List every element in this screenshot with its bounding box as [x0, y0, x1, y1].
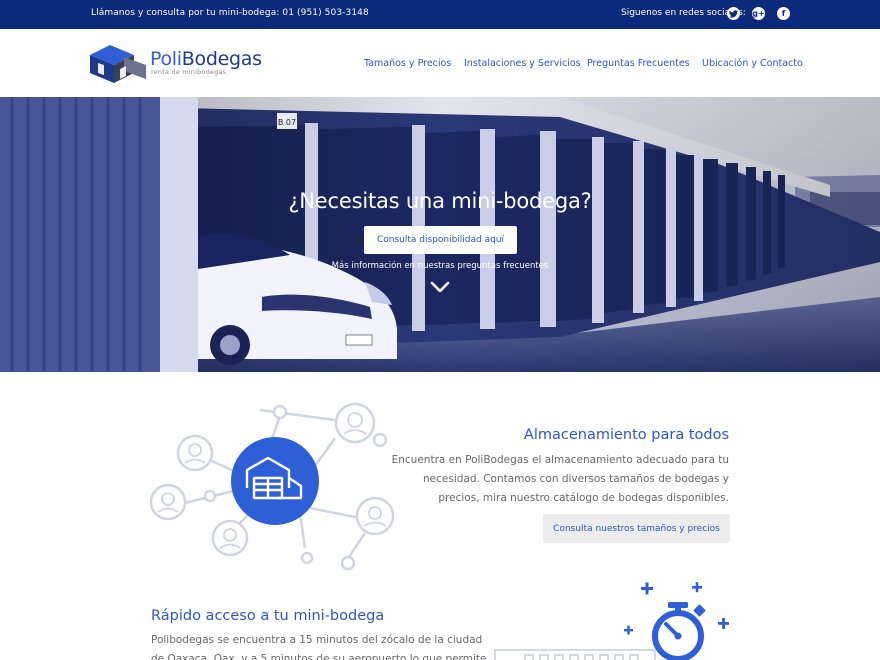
community-network-illustration — [150, 402, 395, 571]
phone-contact-text: Llámanos y consulta por tu mini-bodega: … — [91, 8, 369, 18]
nav-instalaciones-servicios[interactable]: Instalaciones y Servicios — [464, 58, 581, 69]
stopwatch-illustration — [494, 582, 729, 660]
door-number-label: B 07 — [278, 118, 296, 127]
check-availability-button[interactable]: Consulta disponibilidad aquí — [364, 226, 517, 254]
chevron-down-icon[interactable] — [430, 280, 450, 294]
section-access-text: Polibodegas se encuentra a 15 minutos de… — [151, 634, 487, 660]
section-storage-text: Encuentra en PoliBodegas el almacenamien… — [391, 454, 729, 504]
logo-wordmark[interactable]: PoliBodegas — [150, 48, 262, 70]
site-header: PoliBodegas renta de minibodegas Tamaños… — [0, 29, 880, 97]
section-storage-title: Almacenamiento para todos — [523, 427, 729, 443]
facebook-icon[interactable]: f — [777, 7, 790, 20]
faq-link[interactable]: Más información en nuestras preguntas fr… — [0, 261, 880, 271]
google-plus-icon[interactable]: g+ — [752, 7, 765, 20]
sizes-prices-button[interactable]: Consulta nuestros tamaños y precios — [543, 514, 730, 543]
section-access-title: Rápido acceso a tu mini-bodega — [151, 608, 385, 624]
logo-tagline: renta de minibodegas — [151, 68, 227, 76]
top-bar: Llámanos y consulta por tu mini-bodega: … — [0, 0, 880, 29]
twitter-icon[interactable] — [727, 7, 740, 20]
hero-banner: B 07 ¿Necesitas una mini-bodega? Consult… — [0, 97, 880, 372]
nav-preguntas-frecuentes[interactable]: Preguntas Frecuentes — [587, 58, 690, 69]
nav-tamanos-precios[interactable]: Tamaños y Precios — [364, 58, 451, 69]
polibodegas-logo-icon[interactable] — [90, 43, 146, 85]
hero-title: ¿Necesitas una mini-bodega? — [288, 189, 592, 213]
nav-ubicacion-contacto[interactable]: Ubicación y Contacto — [702, 58, 803, 69]
